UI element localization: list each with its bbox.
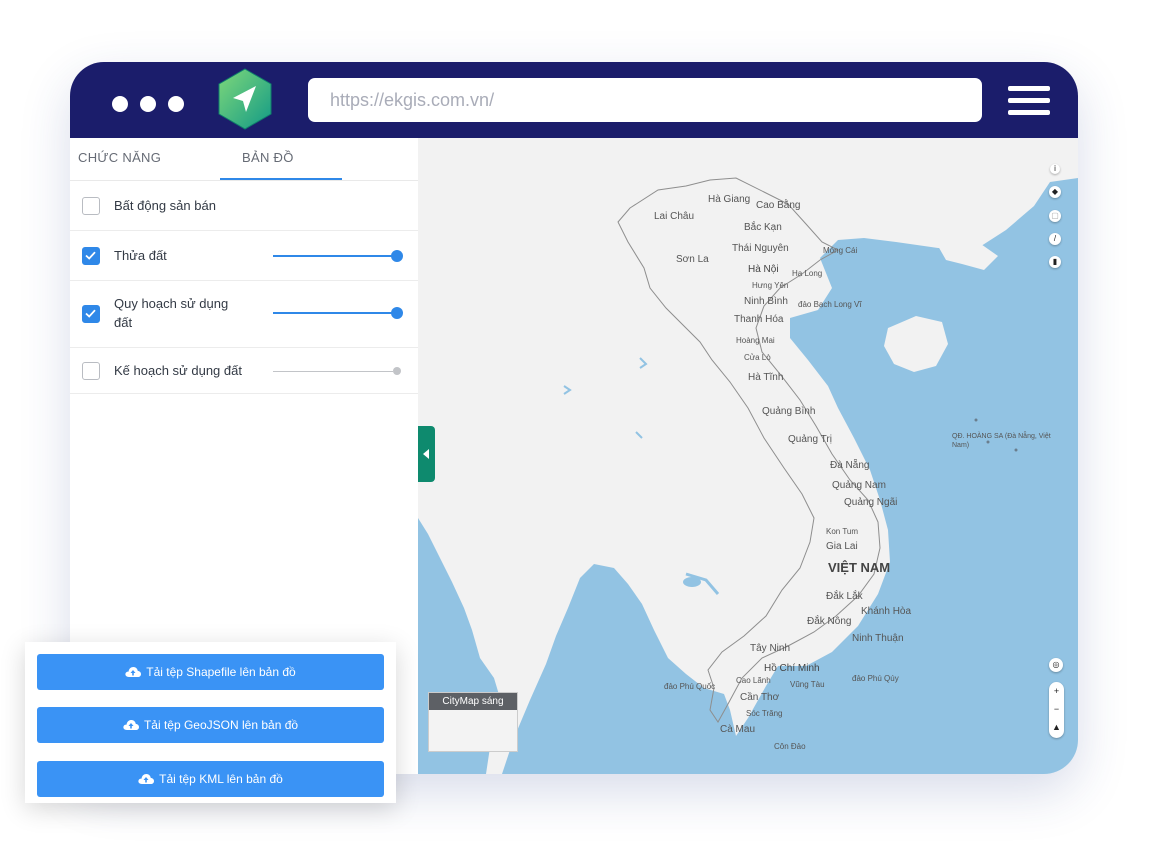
map-label: Hạ Long — [792, 269, 823, 278]
window-dot — [112, 96, 128, 112]
hamburger-menu-icon[interactable] — [1008, 86, 1050, 116]
map-label: Thanh Hóa — [734, 314, 784, 325]
map-label: Khánh Hòa — [861, 606, 912, 617]
map-label: Ninh Thuận — [852, 633, 904, 644]
map-label: Đắk Lắk — [826, 591, 863, 602]
sidebar-collapse-button[interactable] — [418, 426, 435, 482]
country-label: VIỆT NAM — [828, 560, 891, 575]
draw-icon[interactable]: / — [1049, 233, 1061, 245]
map-label: Hồ Chí Minh — [764, 663, 820, 674]
map-label: Quảng Ngãi — [844, 497, 898, 508]
map-label: Cà Mau — [720, 724, 756, 735]
layer-label: Thửa đất — [114, 248, 167, 263]
opacity-slider[interactable] — [273, 307, 403, 319]
layer-checkbox[interactable] — [82, 197, 100, 215]
map-label: Bắc Kạn — [744, 222, 782, 233]
map-label: Hà Giang — [708, 194, 751, 205]
upload-panel: Tải tệp Shapefile lên bản đồ Tải tệp Geo… — [25, 642, 396, 803]
navigation-arrow-icon[interactable] — [216, 68, 274, 130]
layer-label: Quy hoạch sử dụng đất — [114, 294, 228, 332]
map-label: Cao Bằng — [756, 200, 801, 211]
map-label: Đà Nẵng — [830, 460, 870, 471]
map-label: Thái Nguyên — [732, 243, 789, 254]
active-tab-indicator — [220, 178, 342, 180]
opacity-slider[interactable] — [273, 365, 401, 377]
map-label: QĐ. HOÀNG SA (Đà Nẵng, Việt Nam) — [952, 433, 1051, 449]
layer-checkbox[interactable] — [82, 247, 100, 265]
check-icon — [85, 251, 96, 260]
map-label: Móng Cái — [823, 246, 858, 255]
map-label: Ninh Bình — [744, 296, 788, 307]
map-label: Sóc Trăng — [746, 709, 783, 718]
map-label: Lai Châu — [654, 211, 695, 222]
cloud-upload-icon — [138, 774, 155, 784]
locate-icon[interactable]: ◎ — [1049, 658, 1063, 672]
tab-ban-do[interactable]: BẢN ĐỒ — [242, 150, 294, 165]
layer-label-line2: đất — [114, 315, 133, 330]
upload-geojson-button[interactable]: Tải tệp GeoJSON lên bản đồ — [37, 707, 384, 743]
map-label: Cửa Lò — [744, 353, 771, 362]
sidebar-tabs: CHỨC NĂNG BẢN ĐỒ — [70, 138, 418, 181]
layer-row: Kế hoạch sử dụng đất — [70, 348, 418, 394]
browser-titlebar: https://ekgis.com.vn/ — [70, 62, 1078, 138]
map-label: Cao Lãnh — [736, 676, 771, 685]
layer-label: Bất động sản bán — [114, 198, 216, 213]
map-label: Quảng Bình — [762, 406, 816, 417]
map-label: Hưng Yên — [752, 281, 789, 290]
tab-chuc-nang[interactable]: CHỨC NĂNG — [78, 150, 161, 165]
map-label: Hoàng Mai — [736, 336, 775, 345]
window-dot — [168, 96, 184, 112]
cloud-upload-icon — [125, 667, 142, 677]
map-label: Hà Nội — [748, 264, 779, 275]
map-label: Kon Tum — [826, 527, 859, 536]
map-label: Quảng Trị — [788, 434, 832, 445]
map-label: Sơn La — [676, 254, 709, 265]
delete-icon[interactable]: ▮ — [1049, 256, 1061, 268]
basemap-label: CityMap sáng — [429, 693, 517, 710]
upload-kml-button[interactable]: Tải tệp KML lên bản đồ — [37, 761, 384, 797]
zoom-out-icon[interactable]: − — [1049, 700, 1064, 718]
zoom-in-icon[interactable]: + — [1049, 682, 1064, 700]
window-dot — [140, 96, 156, 112]
upload-button-label: Tải tệp KML lên bản đồ — [159, 772, 283, 786]
layer-checkbox[interactable] — [82, 362, 100, 380]
map-label: đảo Bạch Long Vĩ — [798, 300, 862, 309]
info-icon[interactable]: i — [1050, 164, 1060, 174]
upload-button-label: Tải tệp Shapefile lên bản đồ — [146, 665, 296, 679]
layer-row: Bất động sản bán — [70, 181, 418, 231]
url-bar[interactable]: https://ekgis.com.vn/ — [308, 78, 982, 122]
basemap-switcher[interactable]: CityMap sáng — [428, 692, 518, 752]
cloud-upload-icon — [123, 720, 139, 730]
map-label: Vũng Tàu — [790, 680, 825, 689]
zoom-controls: + − ▲ — [1049, 682, 1064, 738]
map-label: đảo Phú Qúy — [852, 674, 899, 683]
layer-row: Thửa đất — [70, 231, 418, 281]
chevron-left-icon — [423, 449, 429, 459]
opacity-slider[interactable] — [273, 250, 403, 262]
map-label: Hà Tĩnh — [748, 372, 784, 383]
map-label: đảo Phú Quốc — [664, 682, 716, 691]
check-icon — [85, 309, 96, 318]
map-label: Tây Ninh — [750, 643, 791, 654]
map-label: Côn Đảo — [774, 742, 806, 751]
upload-button-label: Tải tệp GeoJSON lên bản đồ — [143, 718, 299, 732]
compass-icon[interactable]: ▲ — [1049, 718, 1064, 736]
select-icon[interactable]: ▢ — [1049, 210, 1061, 222]
map-label: Đắk Nông — [807, 616, 852, 627]
map-label: Cần Thơ — [740, 692, 780, 703]
layer-label: Kế hoạch sử dụng đất — [114, 363, 242, 378]
map-label: Gia Lai — [826, 541, 858, 552]
layer-label-line1: Quy hoạch sử dụng — [114, 296, 229, 311]
map-label: Quảng Nam — [832, 480, 886, 491]
layers-icon[interactable]: ◆ — [1049, 186, 1061, 198]
upload-shapefile-button[interactable]: Tải tệp Shapefile lên bản đồ — [37, 654, 384, 690]
layer-row: Quy hoạch sử dụng đất — [70, 281, 418, 348]
layer-checkbox[interactable] — [82, 305, 100, 323]
map-view[interactable]: Hà Giang Cao Bằng Lai Châu Bắc Kạn Thái … — [418, 138, 1078, 774]
